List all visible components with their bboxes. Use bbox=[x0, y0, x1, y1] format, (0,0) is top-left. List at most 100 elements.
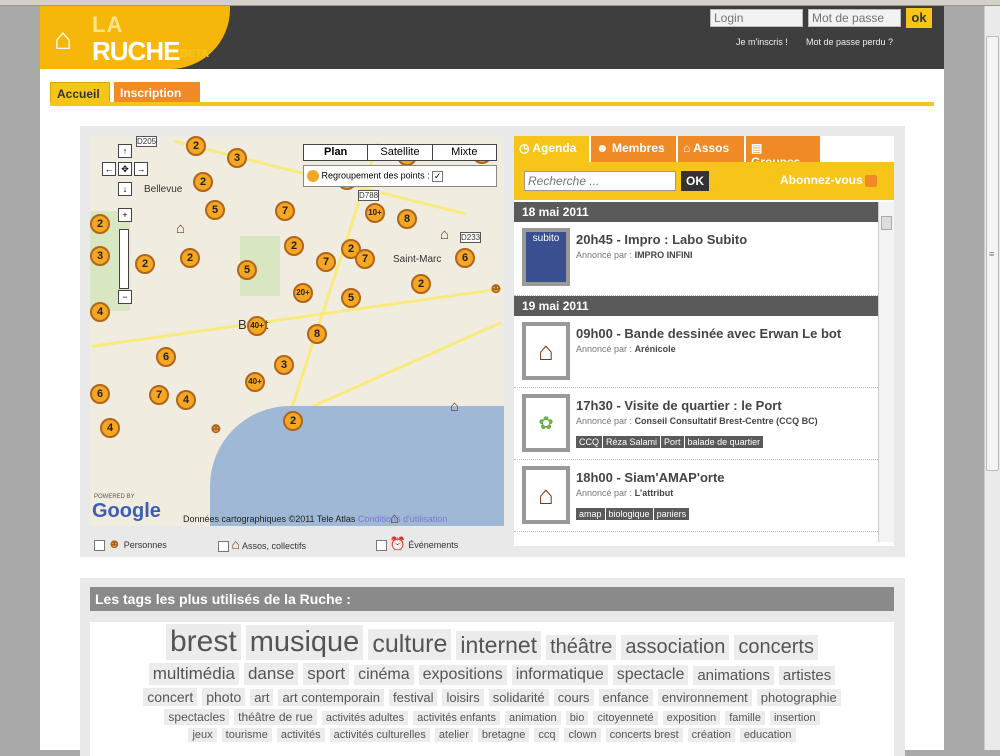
map-marker[interactable]: 6 bbox=[455, 248, 475, 268]
tag-link[interactable]: cours bbox=[553, 689, 594, 706]
tag-link[interactable]: activités adultes bbox=[321, 711, 409, 725]
tag-link[interactable]: concert bbox=[143, 688, 198, 706]
tag-link[interactable]: ccq bbox=[534, 728, 560, 742]
map-marker[interactable]: 6 bbox=[90, 384, 110, 404]
map-marker[interactable]: 2 bbox=[90, 214, 110, 234]
tag-link[interactable]: citoyenneté bbox=[593, 711, 658, 725]
map-type-mixte[interactable]: Mixte bbox=[433, 145, 496, 160]
legend-checkbox[interactable] bbox=[376, 540, 387, 552]
login-ok-button[interactable]: ok bbox=[906, 8, 932, 28]
map-marker[interactable]: 3 bbox=[274, 355, 294, 375]
legend-personnes[interactable]: ☻ Personnes bbox=[94, 536, 167, 552]
event-item[interactable]: subito 20h45 - Impro : Labo Subito Annon… bbox=[514, 222, 878, 296]
tag-link[interactable]: activités culturelles bbox=[329, 728, 430, 742]
map-marker[interactable]: 7 bbox=[149, 385, 169, 405]
map-marker[interactable]: 6 bbox=[156, 347, 176, 367]
hive-marker-icon[interactable]: ⌂ bbox=[176, 220, 185, 237]
pan-down-icon[interactable]: ↓ bbox=[118, 182, 132, 196]
map-marker[interactable]: 2 bbox=[193, 172, 213, 192]
map-marker[interactable]: 8 bbox=[397, 209, 417, 229]
tab-inscription[interactable]: Inscription bbox=[114, 82, 200, 104]
tag-link[interactable]: activités enfants bbox=[413, 711, 500, 725]
zoom-slider[interactable] bbox=[119, 229, 129, 289]
map-marker[interactable]: 2 bbox=[135, 254, 155, 274]
map-type-satellite[interactable]: Satellite bbox=[368, 145, 433, 160]
tag-link[interactable]: création bbox=[687, 728, 735, 742]
legend-checkbox[interactable] bbox=[94, 540, 105, 552]
map-marker[interactable]: 10+ bbox=[365, 203, 385, 223]
tag-link[interactable]: brest bbox=[165, 624, 241, 660]
map-marker[interactable]: 2 bbox=[283, 411, 303, 431]
bee-marker-icon[interactable]: ☻ bbox=[208, 420, 224, 437]
author-name[interactable]: Conseil Consultatif Brest-Centre (CCQ BC… bbox=[635, 416, 818, 426]
tag-link[interactable]: concerts brest bbox=[605, 728, 683, 742]
tag-link[interactable]: atelier bbox=[434, 728, 473, 742]
tab-agenda[interactable]: ◷ Agenda bbox=[514, 136, 589, 162]
tab-groupes[interactable]: ▤ Groupes bbox=[746, 136, 820, 169]
tag-link[interactable]: insertion bbox=[769, 711, 820, 725]
event-item[interactable]: ⌂ 09h00 - Bande dessinée avec Erwan Le b… bbox=[514, 316, 878, 388]
agenda-scroll-thumb[interactable] bbox=[881, 216, 892, 230]
event-tag[interactable]: paniers bbox=[653, 508, 690, 520]
map-marker[interactable]: 4 bbox=[176, 390, 196, 410]
event-title[interactable]: 18h00 - Siam'AMAP'orte bbox=[576, 470, 725, 485]
tag-link[interactable]: art bbox=[250, 689, 274, 706]
tag-link[interactable]: spectacles bbox=[164, 709, 230, 725]
agenda-scrollbar[interactable] bbox=[878, 202, 894, 542]
tag-link[interactable]: théâtre bbox=[546, 635, 617, 660]
tag-link[interactable]: art contemporain bbox=[278, 689, 384, 706]
tag-link[interactable]: artistes bbox=[778, 666, 836, 685]
tag-link[interactable]: animation bbox=[504, 711, 561, 725]
terms-link[interactable]: Conditions d'utilisation bbox=[358, 514, 447, 524]
map-marker[interactable]: 7 bbox=[355, 249, 375, 269]
map-marker[interactable]: 40+ bbox=[245, 372, 265, 392]
tag-link[interactable]: animations bbox=[693, 666, 774, 685]
tag-link[interactable]: multimédia bbox=[148, 663, 239, 685]
hive-marker-icon[interactable]: ⌂ bbox=[450, 398, 459, 415]
author-name[interactable]: Arénicole bbox=[635, 344, 676, 354]
signup-link[interactable]: Je m'inscris ! bbox=[736, 37, 788, 47]
event-item[interactable]: ✿ 17h30 - Visite de quartier : le Port A… bbox=[514, 388, 878, 460]
map-marker[interactable]: 7 bbox=[316, 252, 336, 272]
tag-link[interactable]: cinéma bbox=[354, 665, 414, 685]
tag-link[interactable]: culture bbox=[368, 629, 452, 660]
map-marker[interactable]: 5 bbox=[205, 200, 225, 220]
tag-link[interactable]: education bbox=[739, 728, 796, 742]
map-marker[interactable]: 40+ bbox=[247, 316, 267, 336]
map-marker[interactable]: 5 bbox=[341, 288, 361, 308]
legend-assos[interactable]: ⌂ Assos, collectifs bbox=[218, 536, 306, 553]
map-marker[interactable]: 4 bbox=[100, 418, 120, 438]
tag-link[interactable]: danse bbox=[243, 663, 299, 685]
tag-link[interactable]: tourisme bbox=[221, 728, 272, 742]
hive-marker-icon[interactable]: ⌂ bbox=[440, 226, 449, 243]
tag-link[interactable]: famille bbox=[725, 711, 765, 725]
tag-link[interactable]: musique bbox=[245, 625, 364, 660]
pan-center-icon[interactable]: ✥ bbox=[118, 162, 132, 176]
tag-link[interactable]: photo bbox=[202, 688, 246, 706]
tab-accueil[interactable]: Accueil bbox=[50, 82, 110, 104]
tag-link[interactable]: loisirs bbox=[442, 689, 484, 706]
tag-link[interactable]: bretagne bbox=[477, 728, 530, 742]
map-marker[interactable]: 3 bbox=[227, 148, 247, 168]
map-marker[interactable]: 4 bbox=[90, 302, 110, 322]
map-marker[interactable]: 2 bbox=[186, 136, 206, 156]
tag-link[interactable]: jeux bbox=[188, 728, 217, 742]
page-scrollbar[interactable]: ≡ bbox=[984, 6, 1000, 750]
event-tag[interactable]: balade de quartier bbox=[684, 436, 764, 448]
login-input[interactable] bbox=[710, 9, 803, 27]
tag-link[interactable]: activités bbox=[276, 728, 325, 742]
tab-membres[interactable]: ☻ Membres bbox=[591, 136, 676, 162]
tag-link[interactable]: clown bbox=[564, 728, 601, 742]
google-logo[interactable]: Google bbox=[92, 500, 161, 523]
zoom-in-icon[interactable]: + bbox=[118, 208, 132, 222]
city-map[interactable]: Bellevue Saint-Marc Brest D205 D788 D233… bbox=[90, 136, 504, 526]
tag-link[interactable]: association bbox=[621, 635, 730, 660]
bee-marker-icon[interactable]: ☻ bbox=[488, 280, 504, 297]
event-title[interactable]: 09h00 - Bande dessinée avec Erwan Le bot bbox=[576, 326, 841, 341]
map-marker[interactable]: 3 bbox=[90, 246, 110, 266]
tag-link[interactable]: informatique bbox=[511, 665, 608, 685]
legend-checkbox[interactable] bbox=[218, 541, 229, 553]
event-item[interactable]: ⌂ 18h00 - Siam'AMAP'orte Annoncé par : L… bbox=[514, 460, 878, 532]
zoom-out-icon[interactable]: − bbox=[118, 290, 132, 304]
tag-link[interactable]: enfance bbox=[598, 689, 653, 706]
